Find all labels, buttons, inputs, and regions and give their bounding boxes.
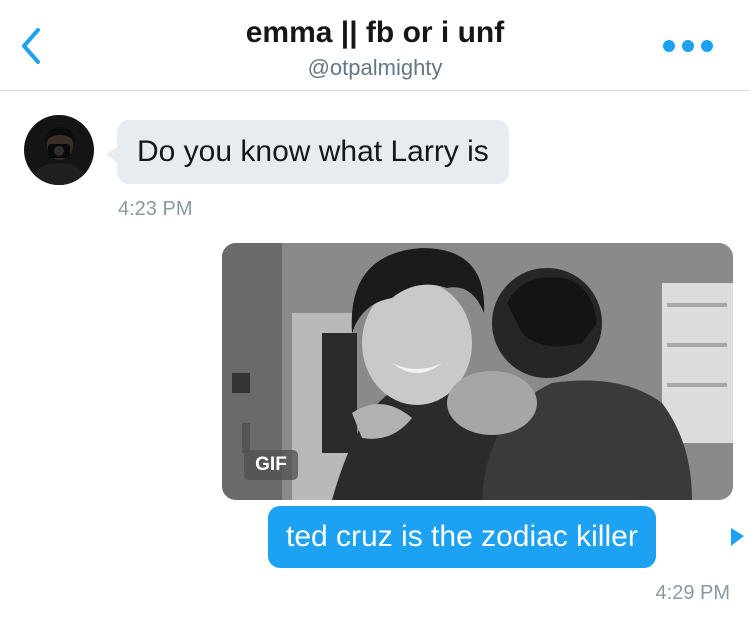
gif-badge: GIF	[244, 450, 298, 480]
conversation-header: emma || fb or i unf @otpalmighty	[0, 0, 750, 90]
outgoing-bubble-tail	[731, 528, 744, 546]
incoming-message-bubble[interactable]: Do you know what Larry is	[117, 120, 509, 184]
outgoing-message-bubble[interactable]: ted cruz is the zodiac killer	[268, 506, 656, 568]
outgoing-message-time: 4:29 PM	[655, 582, 730, 604]
conversation-title: emma || fb or i unf	[245, 16, 505, 49]
conversation-handle: @otpalmighty	[307, 55, 443, 80]
gif-attachment[interactable]	[222, 243, 733, 500]
header-divider	[0, 90, 750, 91]
more-dots-icon	[663, 40, 713, 52]
avatar[interactable]	[24, 115, 94, 185]
more-options-button[interactable]	[660, 32, 716, 60]
incoming-message-time: 4:23 PM	[118, 198, 193, 220]
